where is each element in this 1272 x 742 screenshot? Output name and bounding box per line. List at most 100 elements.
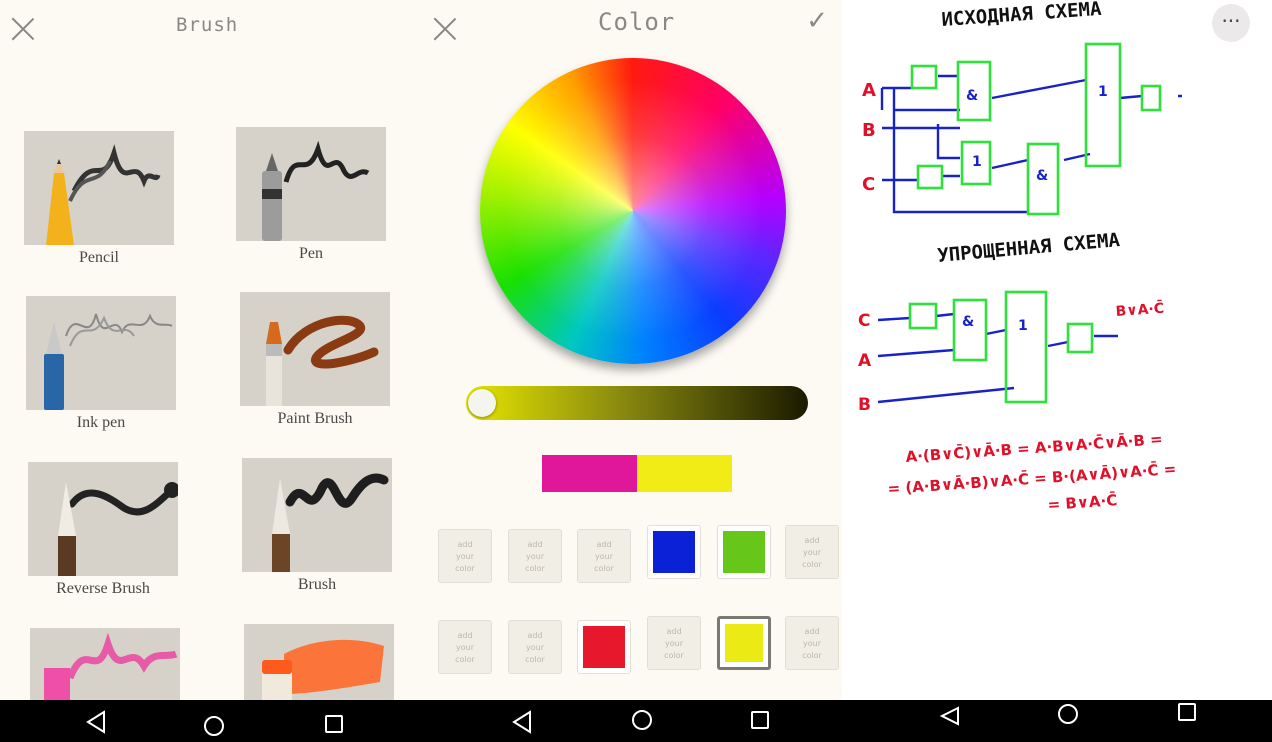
swatch-fill xyxy=(583,626,625,668)
reverse-brush-preview xyxy=(28,462,178,576)
placeholder-text: your xyxy=(595,552,613,561)
brush-label: Brush xyxy=(297,576,337,593)
input-a: A xyxy=(862,80,876,101)
logic-sketch-canvas: ИСХОДНАЯ СХЕМА УПРОЩЕННАЯ СХЕМА & 1 1 & … xyxy=(858,0,1182,514)
ink-pen-preview xyxy=(26,296,176,410)
color-swatch[interactable] xyxy=(717,525,771,579)
brush-panel: Brush Pencil Pen Ink pen Paint Brush Rev… xyxy=(0,0,422,700)
placeholder-text: add xyxy=(457,631,473,640)
placeholder-text: add xyxy=(457,540,473,549)
crayon-preview xyxy=(30,628,180,700)
placeholder-text: color xyxy=(594,564,614,573)
heading-original: ИСХОДНАЯ СХЕМА xyxy=(941,0,1103,31)
color-swatch[interactable] xyxy=(647,525,701,579)
brush-paint-brush[interactable]: Paint Brush xyxy=(240,292,390,428)
add-color-slot[interactable]: add your color xyxy=(577,529,631,583)
add-color-slot[interactable]: add your color xyxy=(647,616,701,670)
brush-label: Paint Brush xyxy=(277,410,353,427)
brush-pastel[interactable] xyxy=(244,624,394,700)
sketch-panel: ··· ИСХОДНАЯ СХЕМА УПРОЩЕННАЯ СХЕМА & 1 … xyxy=(842,0,1272,700)
placeholder-text: add xyxy=(527,631,543,640)
check-icon[interactable]: ✓ xyxy=(806,6,828,36)
pen-preview xyxy=(236,127,386,241)
placeholder-text: add xyxy=(666,627,682,636)
gate-or-label: 1 xyxy=(972,154,982,170)
pencil-preview xyxy=(24,131,174,245)
brush-pencil[interactable]: Pencil xyxy=(24,131,174,267)
previous-color xyxy=(542,455,637,492)
brush-topbar: Brush xyxy=(0,0,422,58)
back-icon[interactable] xyxy=(86,710,105,734)
back-icon[interactable] xyxy=(939,706,959,726)
close-icon[interactable] xyxy=(10,16,36,42)
equation-line-3: = B∨A·C̄ xyxy=(1047,489,1118,514)
back-icon[interactable] xyxy=(512,710,531,734)
brush-pen[interactable]: Pen xyxy=(236,127,386,263)
brush-label: Pen xyxy=(299,245,323,262)
brightness-slider[interactable] xyxy=(466,386,808,420)
placeholder-text: your xyxy=(526,552,544,561)
swatch-fill xyxy=(723,531,765,573)
slider-handle[interactable] xyxy=(468,389,496,417)
recents-icon[interactable] xyxy=(1178,703,1196,721)
placeholder-text: color xyxy=(455,655,475,664)
heading-simplified: УПРОЩЕННАЯ СХЕМА xyxy=(937,229,1122,267)
result-label: B∨A·C̄ xyxy=(1115,298,1165,320)
color-preview xyxy=(542,455,732,492)
placeholder-text: add xyxy=(804,536,820,545)
paint-brush-preview xyxy=(240,292,390,406)
input-a: A xyxy=(858,351,872,371)
brush-crayon[interactable] xyxy=(30,628,180,700)
input-c: C xyxy=(862,174,875,195)
placeholder-text: color xyxy=(802,651,822,660)
gate-and-label: & xyxy=(966,88,978,104)
gate-and-label: & xyxy=(962,314,974,330)
current-color xyxy=(637,455,732,492)
color-swatch[interactable] xyxy=(577,620,631,674)
placeholder-text: color xyxy=(455,564,475,573)
swatch-fill xyxy=(725,624,763,662)
placeholder-text: add xyxy=(596,540,612,549)
placeholder-text: add xyxy=(804,627,820,636)
color-wheel[interactable] xyxy=(480,58,786,364)
home-icon[interactable] xyxy=(1058,704,1078,724)
placeholder-text: your xyxy=(456,643,474,652)
add-color-slot[interactable]: add your color xyxy=(508,620,562,674)
system-nav-bar xyxy=(0,700,1272,742)
recents-icon[interactable] xyxy=(751,711,769,729)
brush-brush[interactable]: Brush xyxy=(242,458,392,594)
input-b: B xyxy=(862,120,876,141)
color-topbar: Color ✓ xyxy=(422,0,842,58)
input-c: C xyxy=(858,311,870,331)
brush-preview xyxy=(242,458,392,572)
home-icon[interactable] xyxy=(632,710,652,730)
recents-icon[interactable] xyxy=(325,715,343,733)
pastel-preview xyxy=(244,624,394,700)
color-swatch[interactable] xyxy=(717,616,771,670)
gate-or-label: 1 xyxy=(1098,84,1108,100)
add-color-slot[interactable]: add your color xyxy=(508,529,562,583)
placeholder-text: color xyxy=(525,564,545,573)
gate-and-label: & xyxy=(1036,168,1048,184)
brush-label: Reverse Brush xyxy=(56,580,150,597)
placeholder-text: color xyxy=(664,651,684,660)
add-color-slot[interactable]: add your color xyxy=(438,620,492,674)
brush-title: Brush xyxy=(176,14,239,36)
close-icon[interactable] xyxy=(432,16,458,42)
placeholder-text: your xyxy=(665,639,683,648)
input-b: B xyxy=(858,395,871,415)
placeholder-text: your xyxy=(456,552,474,561)
brush-ink-pen[interactable]: Ink pen xyxy=(26,296,176,432)
home-icon[interactable] xyxy=(204,716,224,736)
brush-label: Ink pen xyxy=(76,414,126,431)
placeholder-text: color xyxy=(802,560,822,569)
color-panel: Color ✓ add your color add your color add your c… xyxy=(422,0,842,700)
brush-label: Pencil xyxy=(79,249,119,266)
add-color-slot[interactable]: add your color xyxy=(785,525,839,579)
add-color-slot[interactable]: add your color xyxy=(438,529,492,583)
add-color-slot[interactable]: add your color xyxy=(785,616,839,670)
placeholder-text: your xyxy=(803,639,821,648)
placeholder-text: your xyxy=(803,548,821,557)
brush-reverse-brush[interactable]: Reverse Brush xyxy=(28,462,178,598)
swatch-fill xyxy=(653,531,695,573)
